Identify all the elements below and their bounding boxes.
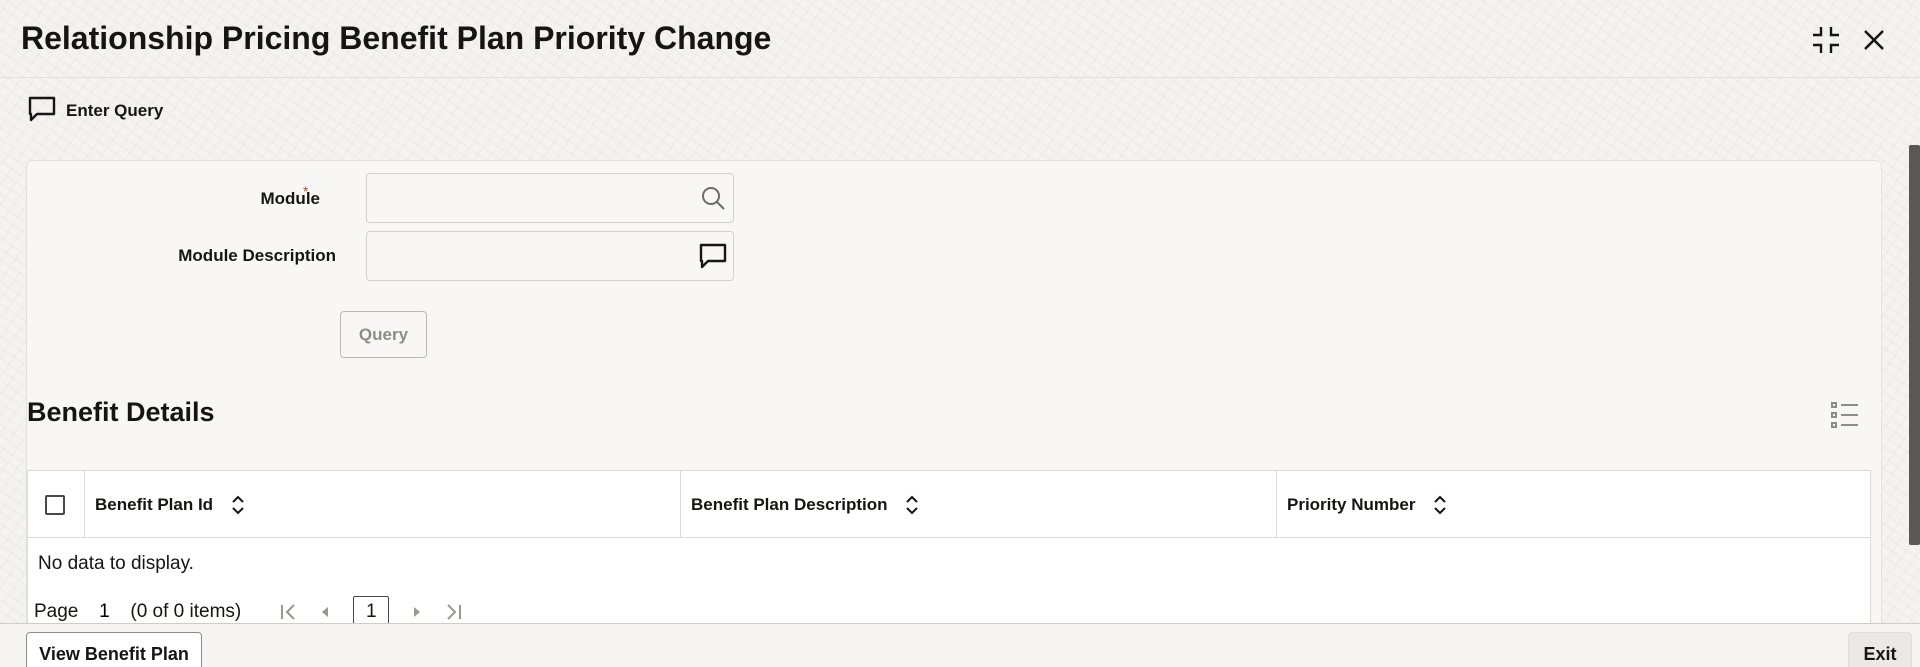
last-page-icon[interactable] xyxy=(439,598,467,626)
previous-page-icon[interactable] xyxy=(311,598,339,626)
column-label: Priority Number xyxy=(1287,494,1416,514)
search-icon[interactable] xyxy=(693,178,733,218)
chat-bubble-icon xyxy=(28,96,56,127)
sort-icon[interactable] xyxy=(905,495,919,515)
module-description-field xyxy=(366,231,734,281)
select-all-checkbox[interactable] xyxy=(45,495,65,515)
page-number-input[interactable] xyxy=(86,599,123,625)
enter-query-label: Enter Query xyxy=(66,101,164,120)
sort-icon[interactable] xyxy=(1433,495,1447,515)
list-view-icon[interactable] xyxy=(1830,400,1860,430)
next-page-icon[interactable] xyxy=(403,598,431,626)
footer-bar: View Benefit Plan Exit xyxy=(0,623,1920,667)
vertical-scrollbar[interactable] xyxy=(1909,145,1920,545)
compress-icon[interactable] xyxy=(1808,22,1844,58)
page-label: Page xyxy=(34,601,79,622)
exit-button[interactable]: Exit xyxy=(1848,632,1912,667)
window-header: Relationship Pricing Benefit Plan Priori… xyxy=(0,0,1920,78)
view-benefit-plan-button[interactable]: View Benefit Plan xyxy=(26,632,202,667)
column-label: Benefit Plan Description xyxy=(691,494,888,514)
column-priority-number[interactable]: Priority Number xyxy=(1276,471,1870,538)
items-summary: (0 of 0 items) xyxy=(130,601,242,622)
table-header: Benefit Plan Id Benefit Plan Description… xyxy=(28,471,1870,538)
close-icon[interactable] xyxy=(1856,22,1892,58)
query-button[interactable]: Query xyxy=(340,311,427,358)
module-field xyxy=(366,173,734,223)
sort-icon[interactable] xyxy=(231,495,245,515)
module-description-input[interactable] xyxy=(367,232,693,280)
benefit-details-title: Benefit Details xyxy=(27,397,215,427)
page-title: Relationship Pricing Benefit Plan Priori… xyxy=(21,20,772,56)
first-page-icon[interactable] xyxy=(275,598,303,626)
required-marker: * xyxy=(303,183,309,199)
empty-table-message: No data to display. xyxy=(38,553,194,574)
module-input[interactable] xyxy=(367,174,693,222)
page: Relationship Pricing Benefit Plan Priori… xyxy=(0,0,1920,667)
column-label: Benefit Plan Id xyxy=(95,494,214,514)
chat-bubble-icon[interactable] xyxy=(693,236,733,276)
enter-query-button[interactable]: Enter Query xyxy=(28,96,163,126)
column-benefit-plan-description[interactable]: Benefit Plan Description xyxy=(680,471,1276,538)
module-description-label: Module Description xyxy=(178,246,336,265)
column-benefit-plan-id[interactable]: Benefit Plan Id xyxy=(84,471,680,538)
